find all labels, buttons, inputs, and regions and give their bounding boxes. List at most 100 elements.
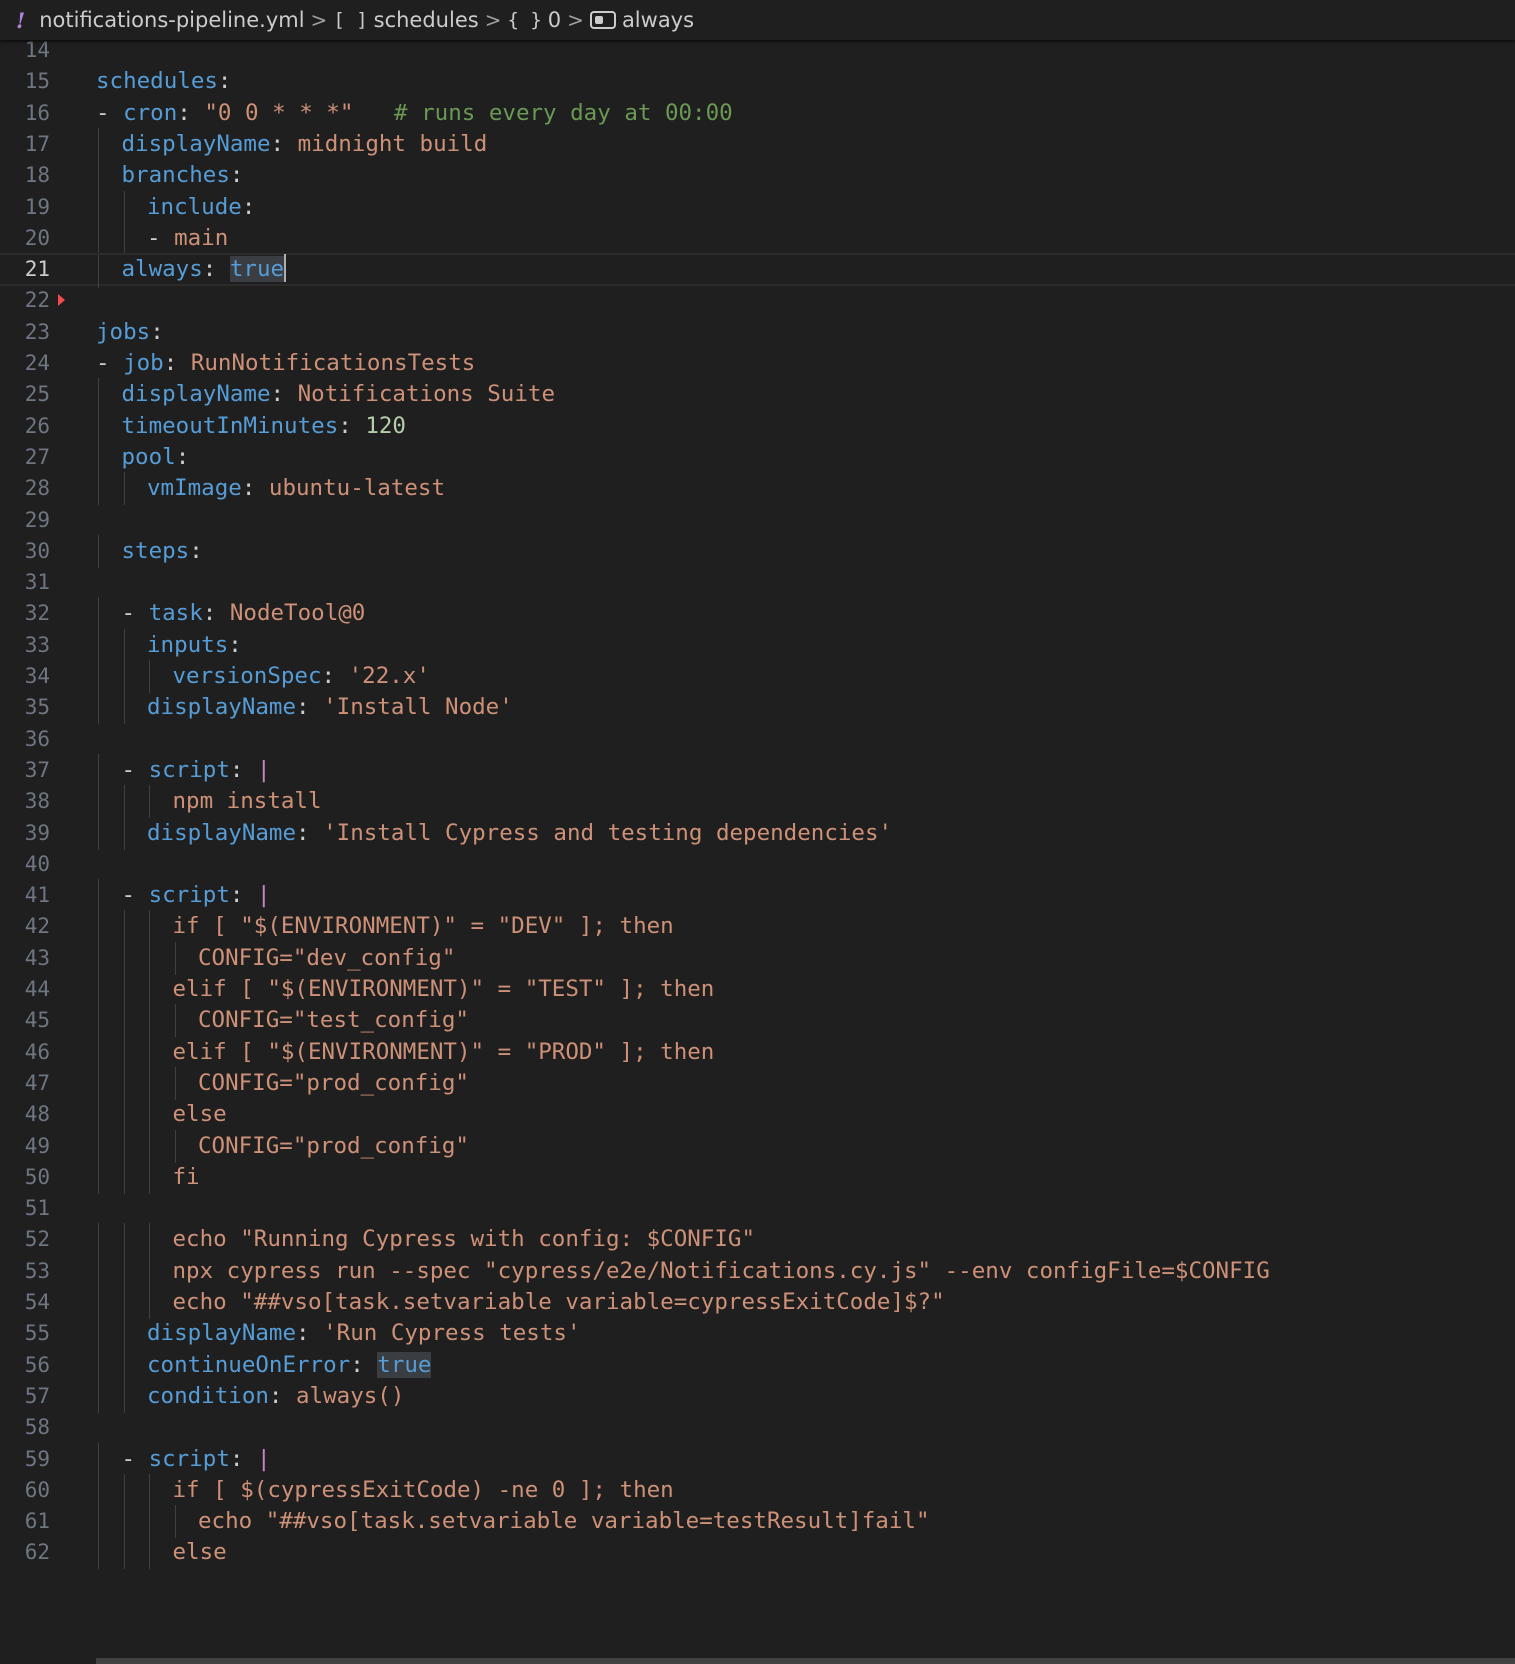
code-line[interactable]: 41 - script: | bbox=[0, 879, 1515, 913]
chevron-right-icon: > bbox=[484, 8, 502, 32]
code-line[interactable]: 29 bbox=[0, 504, 1515, 537]
code-line[interactable]: 42 if [ "$(ENVIRONMENT)" = "DEV" ]; then bbox=[0, 910, 1515, 944]
code-line[interactable]: 21 always: true bbox=[0, 253, 1515, 289]
code-line[interactable]: 31 bbox=[0, 566, 1515, 599]
code-line[interactable]: 40 bbox=[0, 848, 1515, 881]
code-token: CONFIG="dev_config" bbox=[198, 944, 456, 971]
code-line[interactable]: 15 schedules: bbox=[0, 65, 1515, 98]
code-line[interactable]: 44 elif [ "$(ENVIRONMENT)" = "TEST" ]; th… bbox=[0, 973, 1515, 1006]
code-line[interactable]: 59 - script: | bbox=[0, 1442, 1515, 1476]
code-line[interactable]: 25 displayName: Notifications Suite bbox=[0, 378, 1515, 412]
code-token: else bbox=[172, 1101, 227, 1128]
line-number: 46 bbox=[24, 1039, 50, 1064]
code-line[interactable]: 16 - cron: "0 0 * * *" # runs every day a… bbox=[0, 97, 1515, 130]
indent-guide bbox=[149, 910, 150, 944]
horizontal-scrollbar[interactable] bbox=[96, 1658, 1515, 1664]
indent-guide bbox=[98, 628, 99, 662]
code-line[interactable]: 33 inputs: bbox=[0, 628, 1515, 662]
code-token: '22.x' bbox=[348, 663, 430, 689]
indent-guide bbox=[123, 1004, 125, 1038]
code-line[interactable]: 22 bbox=[0, 284, 1515, 317]
line-number: 43 bbox=[24, 945, 50, 970]
code-line[interactable]: 23 jobs: bbox=[0, 316, 1515, 349]
code-token: : bbox=[350, 1351, 378, 1378]
code-line[interactable]: 45 CONFIG="test_config" bbox=[0, 1004, 1515, 1038]
chevron-right-icon: > bbox=[567, 8, 584, 32]
code-line[interactable]: 30 steps: bbox=[0, 534, 1515, 568]
code-line[interactable]: 60 if [ $(cypressExitCode) -ne 0 ]; then bbox=[0, 1473, 1515, 1507]
code-line[interactable]: 56 continueOnError: true bbox=[0, 1348, 1515, 1382]
code-line[interactable]: 57 condition: always() bbox=[0, 1379, 1515, 1413]
code-line[interactable]: 17 displayName: midnight build bbox=[0, 127, 1515, 161]
code-line[interactable]: 52 echo "Running Cypress with config: $CO… bbox=[0, 1223, 1515, 1257]
code-line[interactable]: 35 displayName: 'Install Node' bbox=[0, 691, 1515, 725]
code-line[interactable]: 18 branches: bbox=[0, 159, 1515, 193]
breadcrumb-always[interactable]: always bbox=[622, 8, 694, 32]
line-code: npm install bbox=[173, 785, 322, 818]
code-line[interactable]: 50 fi bbox=[0, 1160, 1515, 1194]
code-line[interactable]: 61 echo "##vso[task.setvariable variable=… bbox=[0, 1505, 1515, 1539]
code-line[interactable]: 48 else bbox=[0, 1098, 1515, 1132]
line-code: jobs: bbox=[96, 316, 164, 349]
code-line[interactable]: 27 pool: bbox=[0, 440, 1515, 474]
code-token: midnight build bbox=[297, 130, 488, 157]
code-token: : bbox=[202, 256, 230, 283]
error-marker-icon[interactable] bbox=[58, 294, 65, 307]
code-line[interactable]: 19 include: bbox=[0, 190, 1515, 224]
code-token: branches bbox=[121, 162, 230, 189]
code-token: : bbox=[150, 318, 164, 345]
code-line[interactable]: 34 versionSpec: '22.x' bbox=[0, 660, 1515, 693]
line-number: 40 bbox=[24, 851, 50, 876]
line-code: elif [ "$(ENVIRONMENT)" = "PROD" ]; then bbox=[173, 1036, 715, 1069]
code-token: inputs bbox=[147, 631, 229, 658]
code-line[interactable]: 51 bbox=[0, 1192, 1515, 1225]
line-number: 45 bbox=[24, 1008, 50, 1033]
code-line[interactable]: 49 CONFIG="prod_config" bbox=[0, 1129, 1515, 1163]
code-token: steps bbox=[121, 537, 190, 564]
code-token: : bbox=[228, 631, 242, 658]
indent-guide bbox=[174, 1129, 176, 1163]
code-line[interactable]: 20 - main bbox=[0, 221, 1515, 255]
code-token: : bbox=[202, 600, 230, 627]
code-token: displayName bbox=[147, 819, 297, 846]
breadcrumb: ! notifications-pipeline.yml > [ ] sched… bbox=[0, 0, 1515, 40]
line-number: 23 bbox=[24, 319, 50, 344]
code-line[interactable]: 36 bbox=[0, 723, 1515, 756]
line-code: timeoutInMinutes: 120 bbox=[122, 410, 406, 443]
line-number: 31 bbox=[24, 570, 50, 595]
code-token: true bbox=[229, 256, 285, 283]
line-number: 19 bbox=[24, 194, 50, 219]
code-line[interactable]: 58 bbox=[0, 1411, 1515, 1444]
code-token: echo "Running Cypress with config: $CONF… bbox=[172, 1226, 755, 1253]
code-line[interactable]: 47 CONFIG="prod_config" bbox=[0, 1066, 1515, 1100]
code-token: CONFIG="prod_config" bbox=[198, 1132, 469, 1159]
code-line[interactable]: 32 - task: NodeTool@0 bbox=[0, 597, 1515, 631]
indent-guide bbox=[123, 1505, 125, 1539]
code-token: main bbox=[174, 224, 229, 251]
line-code: CONFIG="prod_config" bbox=[198, 1130, 469, 1163]
code-line[interactable]: 26 timeoutInMinutes: 120 bbox=[0, 409, 1515, 443]
code-line[interactable]: 24 - job: RunNotificationsTests bbox=[0, 347, 1515, 380]
code-line[interactable]: 54 echo "##vso[task.setvariable variable=… bbox=[0, 1286, 1515, 1319]
code-line[interactable]: 43 CONFIG="dev_config" bbox=[0, 941, 1515, 975]
line-code: displayName: 'Install Node' bbox=[147, 691, 513, 724]
breadcrumb-schedules[interactable]: schedules bbox=[374, 8, 479, 32]
line-number: 44 bbox=[24, 977, 50, 1001]
indent-guide bbox=[98, 1004, 99, 1038]
code-token: : bbox=[296, 819, 324, 846]
code-line[interactable]: 53 npx cypress run --spec "cypress/e2e/No… bbox=[0, 1254, 1515, 1288]
indent-guide bbox=[123, 1348, 125, 1382]
code-line[interactable]: 28 vmImage: ubuntu-latest bbox=[0, 472, 1515, 506]
code-line[interactable]: 46 elif [ "$(ENVIRONMENT)" = "PROD" ]; th… bbox=[0, 1035, 1515, 1069]
indent-guide bbox=[98, 816, 99, 850]
code-line[interactable]: 39 displayName: 'Install Cypress and test… bbox=[0, 816, 1515, 850]
line-code: else bbox=[173, 1536, 227, 1569]
code-line[interactable]: 55 displayName: 'Run Cypress tests' bbox=[0, 1317, 1515, 1351]
breadcrumb-index[interactable]: 0 bbox=[548, 8, 561, 32]
code-line[interactable]: 37 - script: | bbox=[0, 753, 1515, 787]
breadcrumb-file[interactable]: notifications-pipeline.yml bbox=[39, 8, 304, 32]
code-line[interactable]: 62 else bbox=[0, 1536, 1515, 1570]
line-number: 16 bbox=[24, 100, 50, 125]
line-number: 41 bbox=[24, 883, 50, 908]
code-line[interactable]: 38 npm install bbox=[0, 785, 1515, 819]
